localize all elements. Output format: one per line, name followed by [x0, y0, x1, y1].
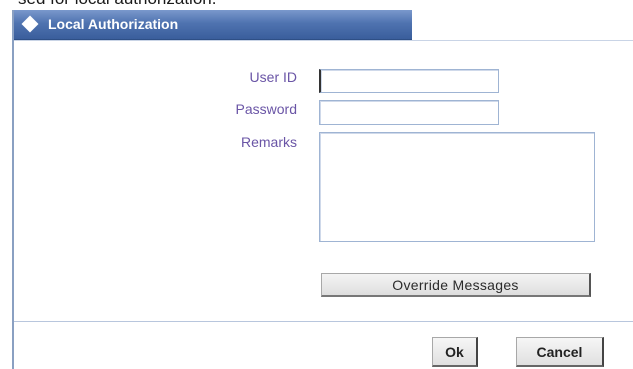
local-authorization-dialog: Local Authorization User ID Password Rem…: [12, 10, 633, 369]
override-messages-button[interactable]: Override Messages: [321, 273, 591, 297]
password-label: Password: [235, 101, 297, 117]
diamond-icon: [21, 15, 39, 33]
remarks-label: Remarks: [240, 134, 297, 150]
remarks-textarea[interactable]: [319, 132, 595, 242]
ok-button[interactable]: Ok: [432, 337, 478, 367]
header-divider: [14, 40, 633, 56]
dialog-titlebar[interactable]: Local Authorization: [14, 10, 412, 40]
dialog-title: Local Authorization: [48, 16, 179, 32]
dialog-footer: Ok Cancel: [14, 321, 633, 369]
password-input[interactable]: [319, 100, 499, 125]
background-doc-text: sed for local authorization.: [18, 0, 216, 8]
user-id-label: User ID: [249, 69, 297, 85]
user-id-input[interactable]: [319, 69, 499, 93]
cancel-button[interactable]: Cancel: [516, 337, 604, 367]
